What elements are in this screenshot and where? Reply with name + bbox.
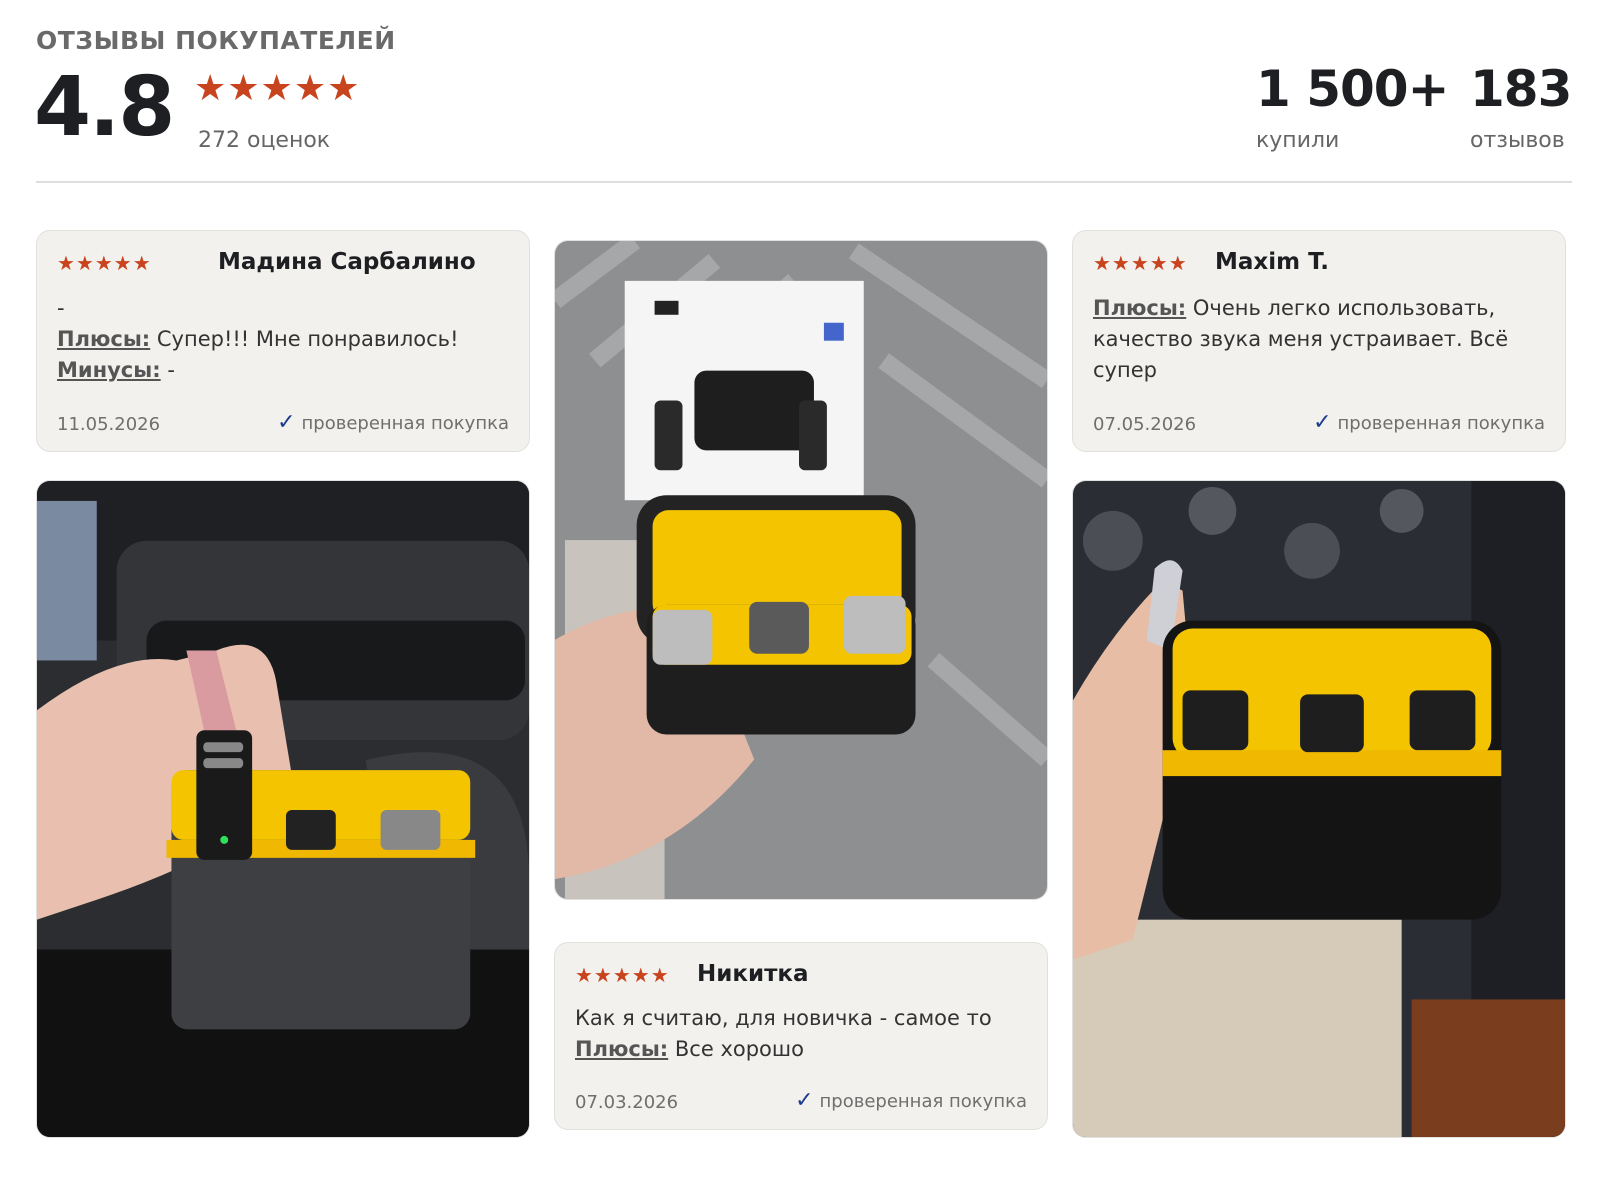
checkmark-icon: ✓ [795,1088,814,1113]
review-author: Никитка [697,961,809,987]
pros-label: Плюсы: [57,327,151,351]
section-title: ОТЗЫВЫ ПОКУПАТЕЛЕЙ [36,26,396,55]
average-rating: 4.8 [34,60,175,155]
verified-purchase: ✓ проверенная покупка [795,1088,1027,1113]
checkmark-icon: ✓ [277,410,296,435]
review-body: - Плюсы: Супер!!! Мне понравилось! Минус… [57,293,511,386]
cons-label: Минусы: [57,358,161,382]
review-text: - [57,296,65,320]
review-date: 07.03.2026 [575,1092,679,1113]
review-author: Maxim T. [1215,249,1330,275]
photo-case-with-box [555,241,1047,899]
review-cons: Минусы: - [57,355,511,386]
reviews-label: отзывов [1470,128,1565,153]
header-divider [36,181,1572,183]
bought-stat: 1 500+ купили [1256,60,1449,153]
rating-count-link[interactable]: 272 оценок [198,128,330,153]
checkmark-icon: ✓ [1313,410,1332,435]
bought-value: 1 500+ [1256,60,1449,118]
review-stars: ★★★★★ [57,251,152,275]
photo-case-in-hand [1073,481,1565,1137]
review-card-3[interactable]: ★★★★★ Никитка Как я считаю, для новичка … [554,942,1048,1130]
review-pros: Плюсы: Супер!!! Мне понравилось! [57,324,511,355]
review-author: Мадина Сарбалино [218,249,476,275]
review-photo-3[interactable] [1072,480,1566,1138]
photo-case-in-car [37,481,529,1137]
pros-label: Плюсы: [1093,296,1187,320]
bought-label: купили [1256,128,1340,153]
verified-label: проверенная покупка [301,413,509,434]
review-pros: Плюсы: Все хорошо [575,1034,1029,1065]
review-stars: ★★★★★ [1093,251,1188,275]
verified-label: проверенная покупка [819,1091,1027,1112]
review-date: 11.05.2026 [57,414,161,435]
review-body: Как я считаю, для новичка - самое то Плю… [575,1003,1029,1065]
review-card-2[interactable]: ★★★★★ Maxim T. Плюсы: Очень легко исполь… [1072,230,1566,452]
pros-label: Плюсы: [575,1037,669,1061]
pros-text: Супер!!! Мне понравилось! [150,327,459,351]
review-stars: ★★★★★ [575,963,670,987]
review-photo-1[interactable] [36,480,530,1138]
rating-stars: ★★★★★ [194,68,361,109]
verified-purchase: ✓ проверенная покупка [1313,410,1545,435]
reviews-stat[interactable]: 183 отзывов [1470,60,1572,153]
review-body: Плюсы: Очень легко использовать, качеств… [1093,293,1547,386]
review-date: 07.05.2026 [1093,414,1197,435]
pros-text: Все хорошо [668,1037,804,1061]
verified-label: проверенная покупка [1337,413,1545,434]
review-text: Как я считаю, для новичка - самое то [575,1006,992,1030]
verified-purchase: ✓ проверенная покупка [277,410,509,435]
review-pros: Плюсы: Очень легко использовать, качеств… [1093,293,1547,386]
reviews-value: 183 [1470,60,1572,118]
review-card-1[interactable]: ★★★★★ Мадина Сарбалино - Плюсы: Супер!!!… [36,230,530,452]
cons-text: - [160,358,175,382]
review-photo-2[interactable] [554,240,1048,900]
